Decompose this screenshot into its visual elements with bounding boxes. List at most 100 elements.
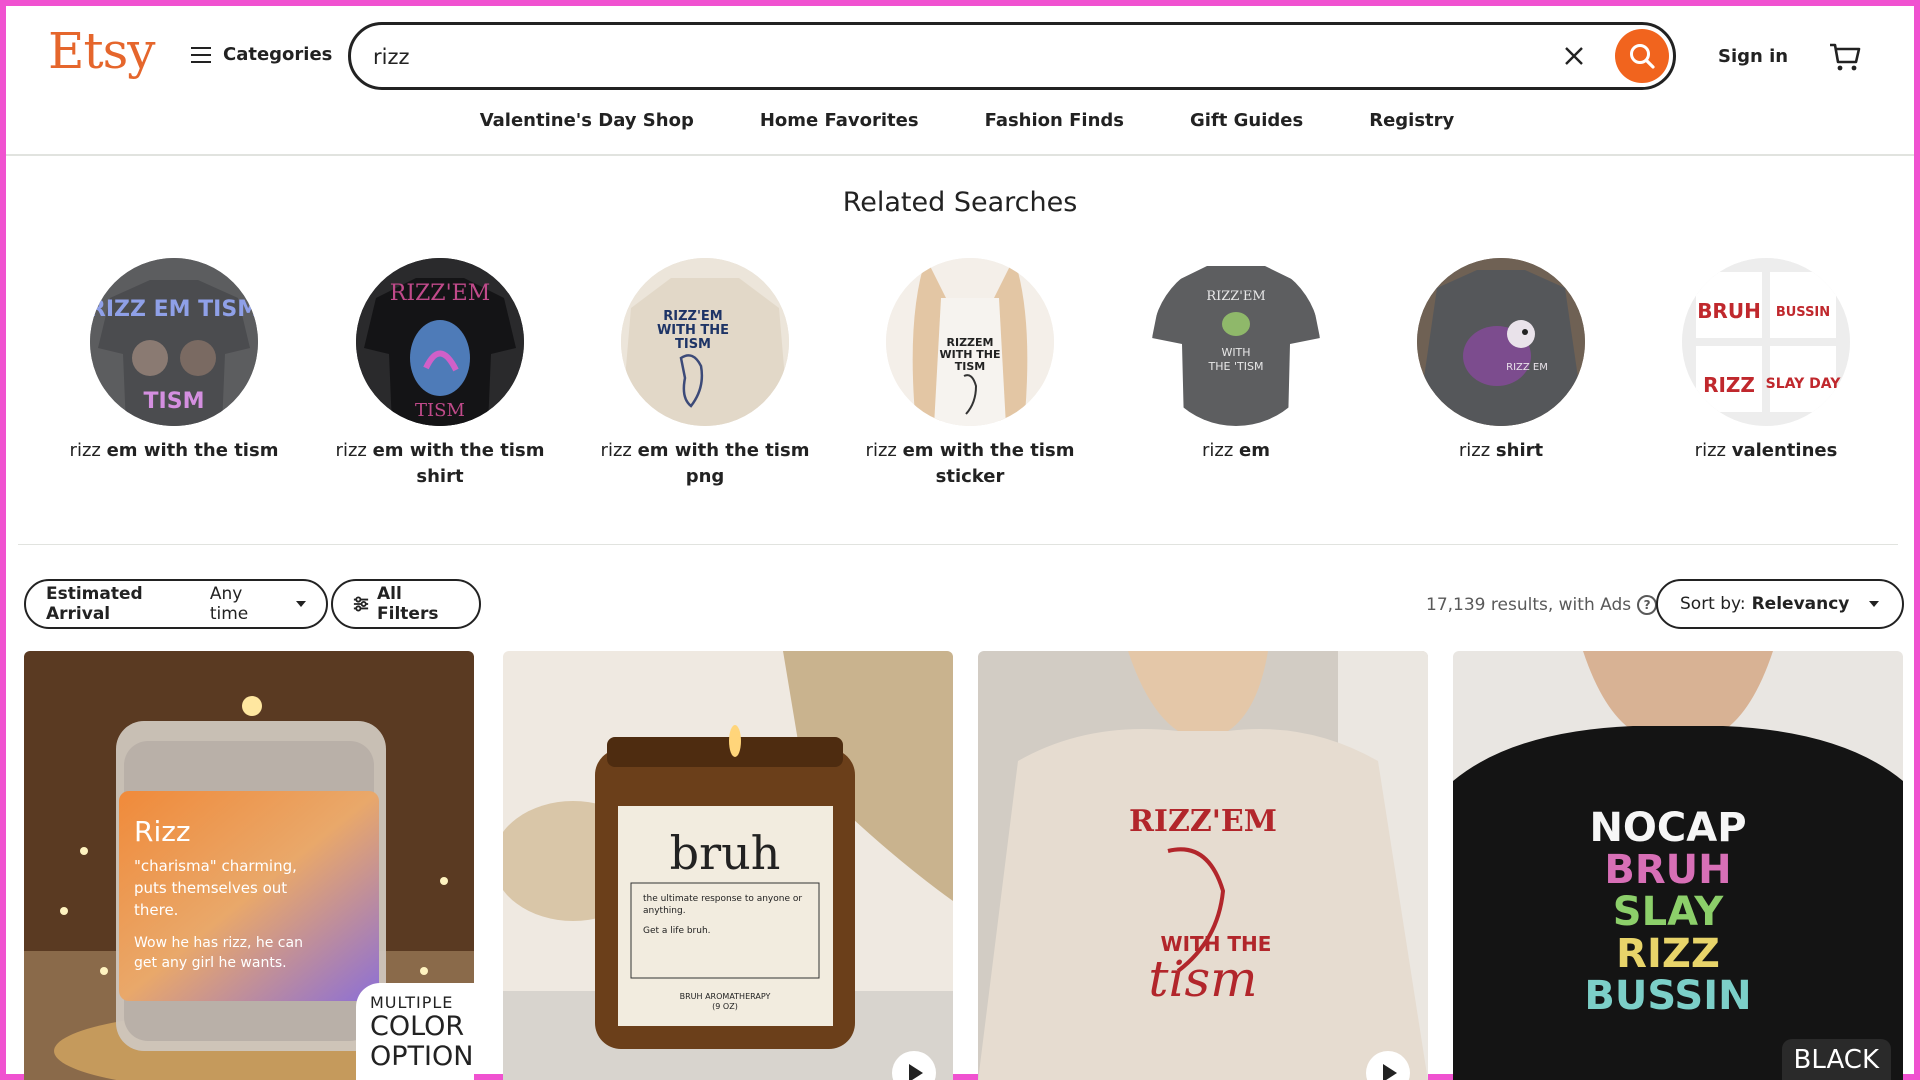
etsy-logo[interactable]: Etsy xyxy=(48,22,155,80)
svg-text:Rizz: Rizz xyxy=(134,815,191,848)
arrival-label: Estimated Arrival xyxy=(46,584,143,624)
related-searches-row: RIZZ EM TISM TISM rizz em with the tism … xyxy=(64,258,1864,498)
related-search-thumbnail: RIZZ EM xyxy=(1417,258,1585,426)
related-search-item[interactable]: RIZZ EM rizz shirt xyxy=(1391,258,1611,464)
chevron-down-icon xyxy=(296,601,306,607)
svg-text:tism: tism xyxy=(1148,950,1257,1008)
svg-text:BUSSIN: BUSSIN xyxy=(1776,305,1830,320)
svg-text:RIZZ'EM: RIZZ'EM xyxy=(1129,804,1277,839)
cart-button[interactable] xyxy=(1828,40,1862,74)
svg-text:RIZZ EM: RIZZ EM xyxy=(1506,362,1548,373)
listing-image: RIZZ'EM WITH THE tism xyxy=(978,651,1428,1080)
clear-search-button[interactable] xyxy=(1557,39,1591,73)
related-search-thumbnail: BRUH BUSSIN RIZZ SLAY DAY xyxy=(1682,258,1850,426)
section-divider xyxy=(18,544,1898,545)
related-search-item[interactable]: RIZZEM WITH THE TISM rizz em with the ti… xyxy=(860,258,1080,490)
main-nav: Valentine's Day Shop Home Favorites Fash… xyxy=(6,110,1914,131)
svg-text:BRUH AROMATHERAPY: BRUH AROMATHERAPY xyxy=(680,992,771,1001)
chevron-down-icon xyxy=(1869,601,1880,607)
related-search-label: rizz em xyxy=(1201,440,1270,461)
sort-label: Sort by: xyxy=(1680,594,1746,614)
search-icon xyxy=(1630,44,1655,69)
related-search-thumbnail: RIZZ'EM WITH THE TISM xyxy=(621,258,789,426)
svg-text:Get a life bruh.: Get a life bruh. xyxy=(643,926,711,936)
related-search-item[interactable]: RIZZ'EM TISM rizz em with the tism shirt xyxy=(330,258,550,490)
related-search-thumbnail: RIZZ'EM TISM xyxy=(356,258,524,426)
svg-text:NOCAP: NOCAP xyxy=(1589,805,1746,851)
sign-in-link[interactable]: Sign in xyxy=(1718,46,1788,67)
svg-text:(9 OZ): (9 OZ) xyxy=(712,1002,738,1011)
color-badge: BLACK xyxy=(1781,1039,1891,1080)
svg-text:"charisma" charming,: "charisma" charming, xyxy=(134,857,297,875)
nav-home-favorites[interactable]: Home Favorites xyxy=(760,110,919,131)
sort-value: Relevancy xyxy=(1751,594,1850,614)
close-icon xyxy=(1565,47,1583,65)
estimated-arrival-filter[interactable]: Estimated Arrival Any time xyxy=(24,579,328,629)
svg-text:RIZZ'EM: RIZZ'EM xyxy=(663,309,723,324)
related-search-label: rizz shirt xyxy=(1458,440,1544,461)
nav-gift-guides[interactable]: Gift Guides xyxy=(1190,110,1303,131)
related-searches-title: Related Searches xyxy=(842,187,1078,218)
related-search-label: rizz valentines xyxy=(1694,440,1838,461)
svg-text:the ultimate response to anyon: the ultimate response to anyone or xyxy=(643,894,802,904)
svg-text:RIZZ: RIZZ xyxy=(1616,931,1720,977)
svg-text:THE 'TISM: THE 'TISM xyxy=(1208,360,1264,373)
categories-label: Categories xyxy=(223,44,333,65)
search-input[interactable] xyxy=(373,41,1473,73)
listing-card[interactable]: bruh the ultimate response to anyone or … xyxy=(503,651,953,1080)
nav-registry[interactable]: Registry xyxy=(1369,110,1454,131)
related-search-label: rizz em with the tism sticker xyxy=(865,440,1075,487)
sort-dropdown[interactable]: Sort by: Relevancy xyxy=(1656,579,1904,629)
related-search-item[interactable]: RIZZ'EM WITH THE 'TISM rizz em xyxy=(1126,258,1346,464)
svg-text:get any girl he wants.: get any girl he wants. xyxy=(134,955,287,971)
svg-text:Wow he has rizz, he can: Wow he has rizz, he can xyxy=(134,935,303,951)
categories-button[interactable]: Categories xyxy=(191,44,332,65)
svg-text:BUSSIN: BUSSIN xyxy=(1584,973,1751,1019)
svg-text:bruh: bruh xyxy=(670,826,781,880)
listing-image: bruh the ultimate response to anyone or … xyxy=(503,651,953,1080)
svg-text:WITH THE: WITH THE xyxy=(657,323,729,338)
hamburger-icon xyxy=(191,46,211,63)
all-filters-button[interactable]: All Filters xyxy=(331,579,481,629)
svg-text:RIZZ'EM: RIZZ'EM xyxy=(390,281,490,306)
arrival-value: Any time xyxy=(209,584,249,624)
thumb-text: RIZZ EM TISM xyxy=(90,297,258,322)
related-search-item[interactable]: RIZZ'EM WITH THE TISM rizz em with the t… xyxy=(595,258,815,490)
listing-card[interactable]: Rizz "charisma" charming, puts themselve… xyxy=(24,651,474,1080)
svg-text:there.: there. xyxy=(134,901,178,919)
svg-text:TISM: TISM xyxy=(675,337,711,352)
svg-text:SLAY: SLAY xyxy=(1613,889,1724,935)
svg-text:RIZZ: RIZZ xyxy=(1703,373,1755,397)
svg-text:RIZZ'EM: RIZZ'EM xyxy=(1206,289,1265,304)
search-submit-button[interactable] xyxy=(1615,29,1669,83)
help-icon[interactable]: ? xyxy=(1637,595,1658,615)
related-search-thumbnail: RIZZ EM TISM TISM xyxy=(90,258,258,426)
search-bar xyxy=(348,22,1676,90)
svg-text:puts themselves out: puts themselves out xyxy=(134,879,287,897)
svg-text:TISM: TISM xyxy=(415,400,465,421)
svg-text:anything.: anything. xyxy=(643,906,686,916)
svg-text:TISM: TISM xyxy=(144,389,205,414)
svg-text:SLAY DAY: SLAY DAY xyxy=(1766,376,1842,392)
related-search-item[interactable]: RIZZ EM TISM TISM rizz em with the tism xyxy=(64,258,284,464)
nav-fashion-finds[interactable]: Fashion Finds xyxy=(985,110,1124,131)
svg-text:BRUH: BRUH xyxy=(1697,299,1761,323)
listing-image: NOCAP BRUH SLAY RIZZ BUSSIN xyxy=(1453,651,1903,1080)
cart-icon xyxy=(1830,43,1861,71)
related-search-item[interactable]: BRUH BUSSIN RIZZ SLAY DAY rizz valentine… xyxy=(1656,258,1876,464)
svg-text:WITH: WITH xyxy=(1221,346,1250,359)
related-search-label: rizz em with the tism png xyxy=(600,440,810,487)
svg-text:BRUH: BRUH xyxy=(1604,847,1731,893)
related-search-label: rizz em with the tism xyxy=(69,440,279,461)
listing-card[interactable]: RIZZ'EM WITH THE tism xyxy=(978,651,1428,1080)
related-search-thumbnail: RIZZ'EM WITH THE 'TISM xyxy=(1152,258,1320,426)
listing-card[interactable]: NOCAP BRUH SLAY RIZZ BUSSIN BLACK xyxy=(1453,651,1903,1080)
results-text: 17,139 results, with Ads xyxy=(1426,595,1632,615)
multiple-color-options-badge: MULTIPLE COLOR OPTIONS xyxy=(356,983,474,1080)
nav-valentines-day-shop[interactable]: Valentine's Day Shop xyxy=(480,110,694,131)
related-search-label: rizz em with the tism shirt xyxy=(335,440,545,487)
all-filters-label: All Filters xyxy=(377,584,439,624)
results-count: 17,139 results, with Ads ? xyxy=(1426,595,1658,615)
filter-sliders-icon xyxy=(353,596,369,612)
related-search-thumbnail: RIZZEM WITH THE TISM xyxy=(886,258,1054,426)
